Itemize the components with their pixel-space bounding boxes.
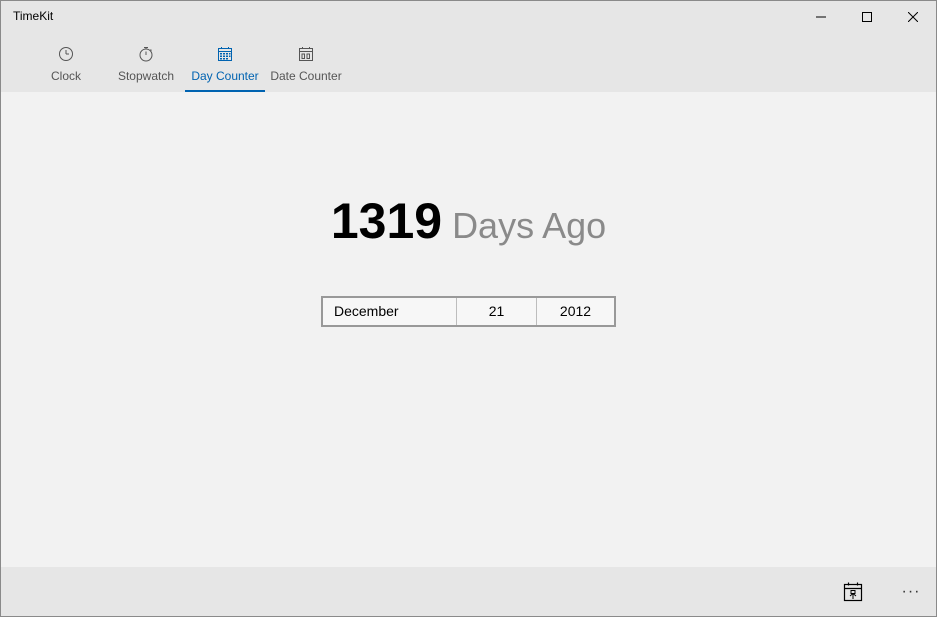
tab-clock[interactable]: Clock	[36, 33, 96, 92]
title-bar: TimeKit	[1, 1, 936, 33]
close-icon	[908, 12, 918, 22]
close-button[interactable]	[890, 1, 936, 33]
day-selector[interactable]: 21	[457, 298, 537, 325]
tab-day-counter-label: Day Counter	[191, 69, 259, 83]
tab-date-counter[interactable]: Date Counter	[267, 33, 345, 92]
tab-day-counter[interactable]: Day Counter	[185, 33, 265, 92]
date-picker[interactable]: December 21 2012	[321, 296, 616, 327]
day-count-display: 1319 Days Ago	[1, 192, 936, 250]
maximize-button[interactable]	[844, 1, 890, 33]
maximize-icon	[862, 12, 872, 22]
calendar-grid-icon	[299, 47, 313, 61]
app-title: TimeKit	[13, 9, 54, 23]
tab-stopwatch-label: Stopwatch	[117, 69, 175, 83]
minimize-icon	[816, 16, 826, 18]
pivot-tabs: Clock Stopwatch Day Counter Date Counter	[1, 33, 936, 92]
tab-date-counter-label: Date Counter	[270, 69, 342, 83]
calendar-icon	[218, 47, 232, 61]
day-count-value: 1319	[330, 193, 443, 249]
more-options-button[interactable]: ···	[888, 567, 934, 616]
day-count-suffix: Days Ago	[452, 205, 607, 246]
minimize-button[interactable]	[798, 1, 844, 33]
more-options-icon: ···	[901, 582, 921, 600]
pin-button[interactable]	[830, 567, 876, 616]
pin-calendar-icon	[843, 582, 863, 601]
year-selector[interactable]: 2012	[537, 298, 614, 325]
day-counter-page: 1319 Days Ago December 21 2012	[1, 92, 936, 567]
app-window: TimeKit Clock Stopwatch Day Counter Date…	[0, 0, 937, 617]
stopwatch-icon	[139, 47, 153, 62]
tab-stopwatch[interactable]: Stopwatch	[111, 33, 181, 92]
command-bar: ···	[1, 567, 936, 616]
tab-clock-label: Clock	[50, 69, 81, 83]
month-selector[interactable]: December	[323, 298, 457, 325]
clock-icon	[59, 47, 73, 61]
